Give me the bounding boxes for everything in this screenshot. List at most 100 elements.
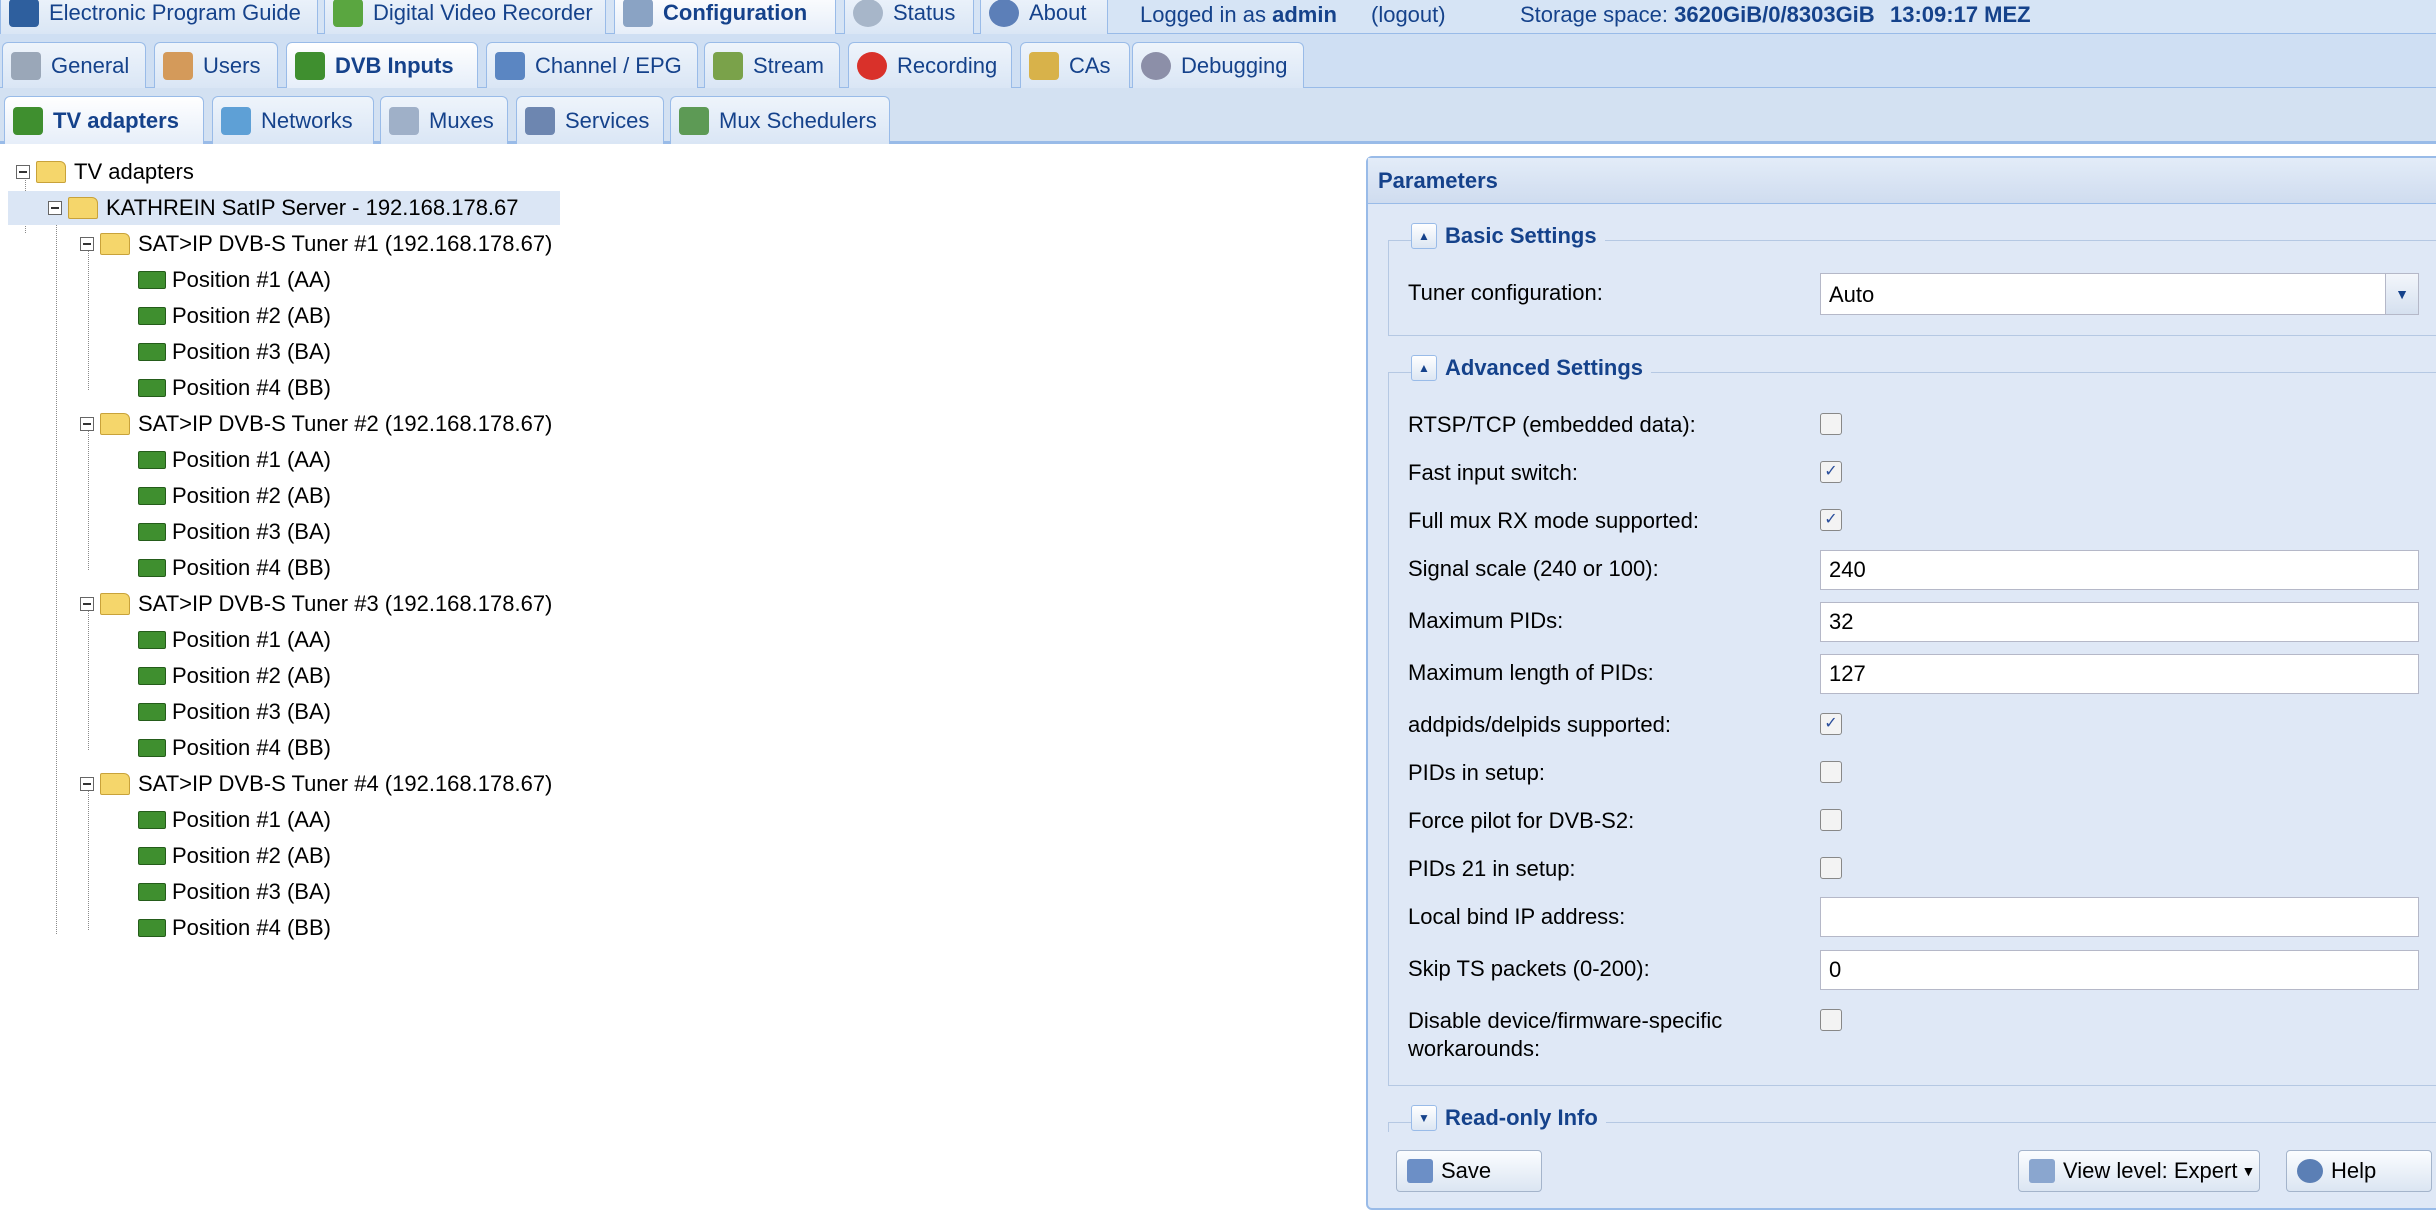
tab-about[interactable]: About (980, 0, 1108, 34)
tree-node-position[interactable]: Position #2 (AB) (138, 659, 331, 693)
tree-node-position[interactable]: Position #1 (AA) (138, 263, 331, 297)
users-icon (163, 51, 193, 80)
force-pilot-label: Force pilot for DVB-S2: (1408, 808, 1635, 833)
tree-label: Position #3 (BA) (172, 879, 331, 904)
tree-node-position[interactable]: Position #4 (BB) (138, 551, 331, 585)
key-icon (1029, 51, 1059, 80)
tree-node-position[interactable]: Position #2 (AB) (138, 299, 331, 333)
tab-mux-schedulers[interactable]: Mux Schedulers (670, 96, 890, 144)
tree-node-server[interactable]: KATHREIN SatIP Server - 192.168.178.67 (8, 191, 560, 225)
tab-users[interactable]: Users (154, 42, 278, 88)
tab-services[interactable]: Services (516, 96, 664, 144)
tab-cas[interactable]: CAs (1020, 42, 1130, 88)
tab-dvb-inputs[interactable]: DVB Inputs (286, 42, 478, 88)
tuner-config-select[interactable]: Auto ▼ (1820, 273, 2419, 315)
tree-node-position[interactable]: Position #3 (BA) (138, 335, 331, 369)
bind-ip-field[interactable] (1820, 897, 2419, 937)
help-icon (2297, 1159, 2323, 1183)
bind-ip-label: Local bind IP address: (1408, 904, 1626, 929)
tree-node-position[interactable]: Position #1 (AA) (138, 803, 331, 837)
tuner-config-label: Tuner configuration: (1408, 280, 1603, 305)
tree-node-position[interactable]: Position #3 (BA) (138, 875, 331, 909)
tree-node-tuner[interactable]: SAT>IP DVB-S Tuner #4 (192.168.178.67) (80, 767, 552, 801)
pids-setup-label: PIDs in setup: (1408, 760, 1545, 785)
tree-node-position[interactable]: Position #2 (AB) (138, 479, 331, 513)
expand-down-icon[interactable]: ▼ (1411, 1105, 1437, 1131)
collapse-icon[interactable] (16, 165, 30, 179)
rtsp-checkbox[interactable] (1820, 413, 1842, 435)
tab-stream[interactable]: Stream (704, 42, 840, 88)
tree-node-position[interactable]: Position #2 (AB) (138, 839, 331, 873)
folder-icon (100, 593, 130, 615)
disable-workarounds-checkbox[interactable] (1820, 1009, 1842, 1031)
tab-label: Electronic Program Guide (49, 0, 301, 25)
pids-setup-checkbox[interactable] (1820, 761, 1842, 783)
tree-label: Position #2 (AB) (172, 843, 331, 868)
collapse-icon[interactable] (80, 417, 94, 431)
fast-input-label: Fast input switch: (1408, 460, 1578, 485)
pids21-checkbox[interactable] (1820, 857, 1842, 879)
tv-card-icon (138, 667, 166, 685)
tree-node-position[interactable]: Position #1 (AA) (138, 443, 331, 477)
max-pids-field[interactable] (1820, 602, 2419, 642)
tab-channel-epg[interactable]: Channel / EPG (486, 42, 698, 88)
tree-node-root[interactable]: TV adapters (16, 155, 194, 189)
tab-status[interactable]: Status (844, 0, 974, 34)
tab-epg[interactable]: Electronic Program Guide (0, 0, 318, 34)
tab-label: Networks (261, 107, 353, 133)
tree-node-position[interactable]: Position #3 (BA) (138, 695, 331, 729)
dvr-download-icon (333, 0, 363, 27)
force-pilot-checkbox[interactable] (1820, 809, 1842, 831)
tab-general[interactable]: General (2, 42, 146, 88)
tools-icon (11, 51, 41, 80)
full-mux-checkbox[interactable]: ✓ (1820, 509, 1842, 531)
tree-label: Position #2 (AB) (172, 663, 331, 688)
logout-link[interactable]: (logout) (1371, 0, 1446, 30)
chevron-down-icon[interactable]: ▼ (2385, 274, 2418, 314)
tree-node-position[interactable]: Position #4 (BB) (138, 911, 331, 945)
collapse-up-icon[interactable]: ▲ (1411, 355, 1437, 381)
adapter-tree: TV adapters KATHREIN SatIP Server - 192.… (0, 147, 1360, 1220)
tree-node-position[interactable]: Position #4 (BB) (138, 731, 331, 765)
skip-ts-field[interactable] (1820, 950, 2419, 990)
tree-node-position[interactable]: Position #1 (AA) (138, 623, 331, 657)
folder-icon (100, 413, 130, 435)
collapse-icon[interactable] (80, 597, 94, 611)
tree-node-position[interactable]: Position #3 (BA) (138, 515, 331, 549)
help-button[interactable]: Help (2286, 1150, 2432, 1192)
clock: 13:09:17 MEZ (1890, 2, 2031, 27)
disable-workarounds-line2: workarounds: (1408, 1036, 1541, 1061)
collapse-icon[interactable] (80, 237, 94, 251)
tab-dvr[interactable]: Digital Video Recorder (324, 0, 606, 34)
tv-card-icon (138, 739, 166, 757)
fast-input-checkbox[interactable]: ✓ (1820, 461, 1842, 483)
tab-label: Mux Schedulers (719, 107, 877, 133)
tab-debugging[interactable]: Debugging (1132, 42, 1304, 88)
tab-label: Services (565, 107, 650, 133)
tree-node-position[interactable]: Position #4 (BB) (138, 371, 331, 405)
view-level-button[interactable]: View level: Expert ▼ (2018, 1150, 2260, 1192)
tab-muxes[interactable]: Muxes (380, 96, 508, 144)
collapse-up-icon[interactable]: ▲ (1411, 223, 1437, 249)
collapse-icon[interactable] (80, 777, 94, 791)
tab-configuration[interactable]: Configuration (614, 0, 836, 34)
tree-label: SAT>IP DVB-S Tuner #3 (192.168.178.67) (138, 591, 553, 616)
save-button[interactable]: Save (1396, 1150, 1542, 1192)
tree-label: Position #4 (BB) (172, 735, 331, 760)
tab-networks[interactable]: Networks (212, 96, 374, 144)
collapse-icon[interactable] (48, 201, 62, 215)
tree-node-tuner[interactable]: SAT>IP DVB-S Tuner #1 (192.168.178.67) (80, 227, 552, 261)
signal-scale-field[interactable] (1820, 550, 2419, 590)
tree-label: KATHREIN SatIP Server - 192.168.178.67 (106, 195, 519, 220)
tree-connector (88, 246, 89, 390)
tree-node-tuner[interactable]: SAT>IP DVB-S Tuner #3 (192.168.178.67) (80, 587, 552, 621)
tree-label: Position #1 (AA) (172, 447, 331, 472)
tv-card-icon (138, 451, 166, 469)
tab-tv-adapters[interactable]: TV adapters (4, 96, 204, 144)
tab-recording[interactable]: Recording (848, 42, 1012, 88)
tree-node-tuner[interactable]: SAT>IP DVB-S Tuner #2 (192.168.178.67) (80, 407, 552, 441)
addpids-label: addpids/delpids supported: (1408, 712, 1671, 737)
addpids-checkbox[interactable]: ✓ (1820, 713, 1842, 735)
tree-connector (88, 606, 89, 750)
max-pid-length-field[interactable] (1820, 654, 2419, 694)
